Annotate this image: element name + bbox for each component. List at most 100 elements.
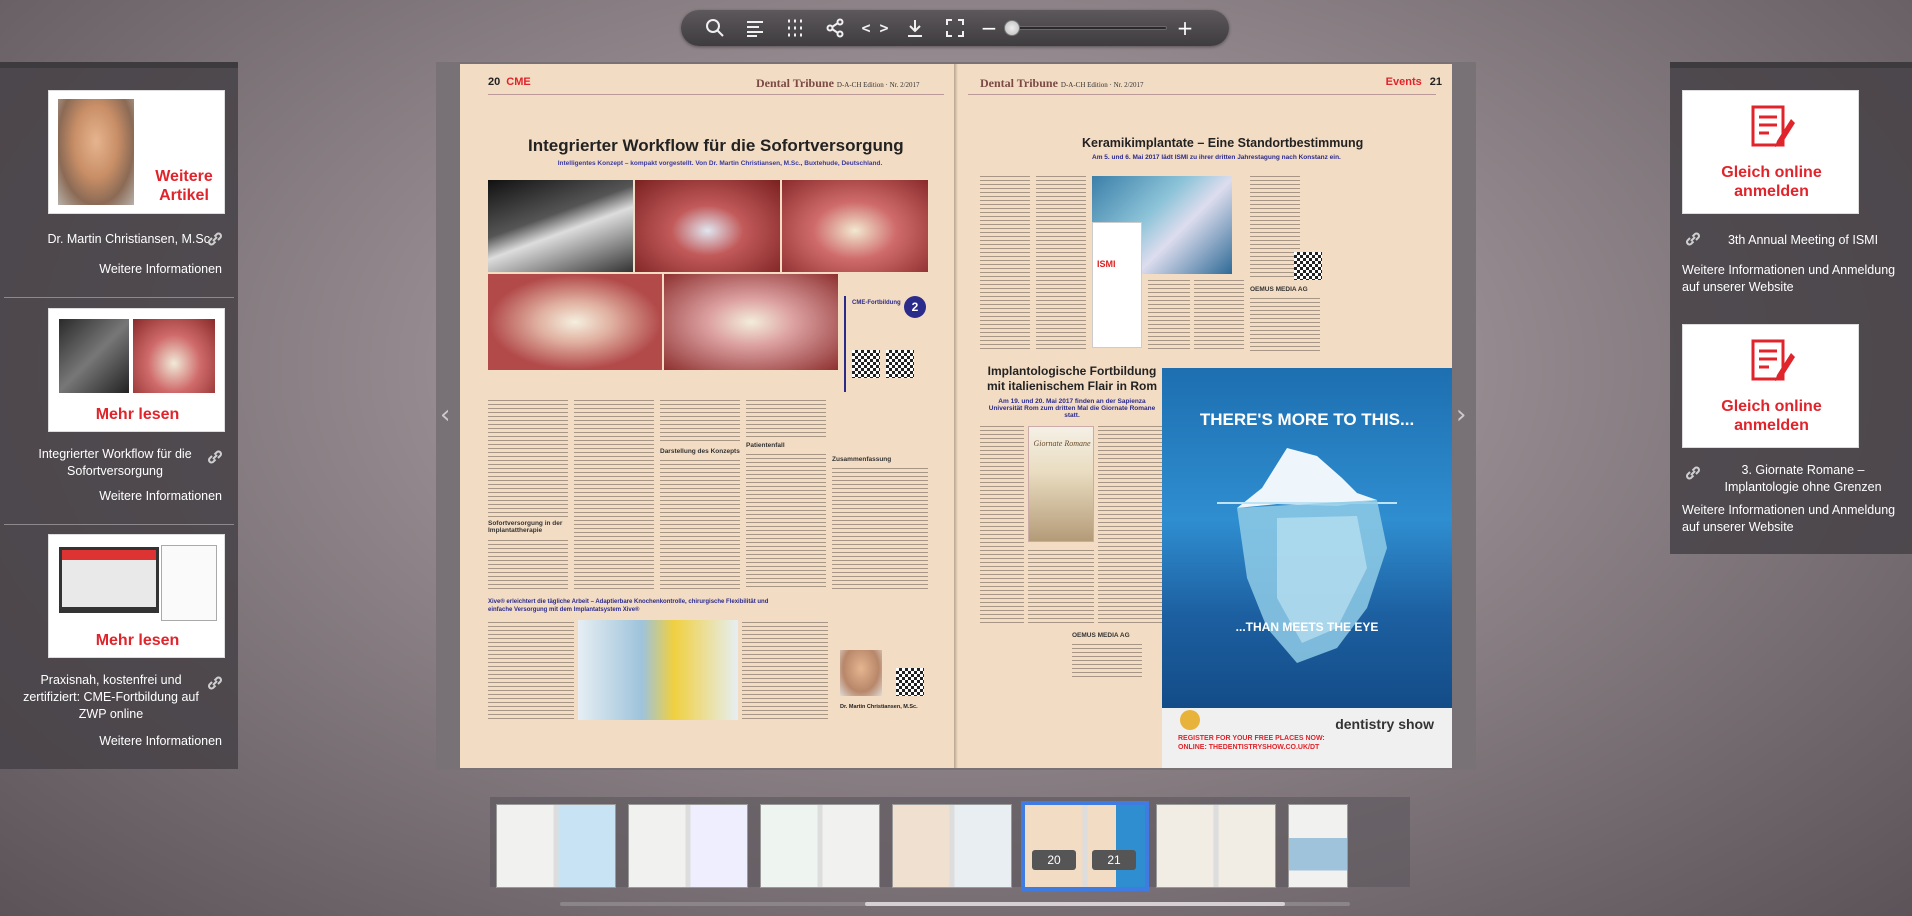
embed-button[interactable]: < > [855,10,895,46]
author-photo [58,99,134,205]
share-button[interactable] [815,10,855,46]
text-column [488,538,568,590]
badge-icon [1180,710,1200,730]
more-info-link[interactable]: Weitere Informationen [20,734,222,748]
author-article-card[interactable]: Weitere Artikel [48,90,225,214]
share-icon [826,18,844,38]
grid-icon [788,19,802,37]
fullscreen-button[interactable] [935,10,975,46]
publisher: OEMUS MEDIA AG [1250,286,1308,293]
page-thumbnail[interactable] [496,804,616,888]
section-head: Darstellung des Konzepts [660,448,740,455]
text-column [1098,424,1164,624]
laptop-thumbnail [59,547,159,613]
text-column [980,424,1024,624]
previous-page-button[interactable]: ‹ [440,400,450,430]
next-page-button[interactable]: › [1456,400,1466,430]
left-related-panel: Weitere Artikel Dr. Martin Christiansen,… [0,62,238,769]
text-column [1250,296,1320,352]
page-number: 20 CME [488,76,531,88]
link-icon[interactable] [1684,230,1702,248]
dentistry-show-advertisement[interactable]: THERE'S MORE TO THIS... ...THAN MEETS TH… [1162,368,1452,768]
thumbnail-scrollbar[interactable] [560,902,1350,906]
xray-thumbnail [59,319,129,393]
card-title[interactable]: 3th Annual Meeting of ISMI [1708,232,1898,249]
text-column [488,620,574,720]
link-icon[interactable] [206,674,224,692]
article-headline: Implantologische Fortbildung mit italien… [986,364,1158,393]
text-column [980,174,1030,352]
article-card[interactable]: Mehr lesen [48,308,225,432]
search-icon [706,19,724,37]
page-thumbnail[interactable] [628,804,748,888]
crown-photo [488,274,662,370]
more-info-link[interactable]: Weitere Informationen [20,262,222,276]
implant-product-photo [578,620,738,720]
scrollbar-thumb[interactable] [865,902,1285,906]
search-button[interactable] [695,10,735,46]
author-photo [840,650,882,696]
implant-photo [635,180,780,272]
read-more-label: Mehr lesen [95,406,180,423]
teeth-thumbnail [133,319,215,393]
card-title[interactable]: 3. Giornate Romane – Implantologie ohne … [1708,462,1898,496]
right-events-panel: Gleich online anmelden 3th Annual Meetin… [1670,62,1912,554]
card-title[interactable]: Praxisnah, kostenfrei und zertifiziert: … [22,672,200,723]
qr-code[interactable] [1294,252,1322,280]
toc-icon [747,21,763,37]
event-registration-card[interactable]: Gleich online anmelden [1682,324,1859,448]
registration-form-icon [1751,105,1795,147]
embed-icon: < > [861,19,889,37]
masthead: Dental Tribune D-A-CH Edition · Nr. 2/20… [756,76,920,90]
register-label: Gleich online anmelden [1721,164,1822,200]
register-label: Gleich online anmelden [1721,398,1822,434]
ad-tagline: ...THAN MEETS THE EYE [1235,620,1379,634]
text-column [660,458,740,590]
section-head: Patientenfall [746,442,785,449]
link-icon[interactable] [1684,464,1702,482]
text-column [1250,174,1300,280]
page-thumbnail[interactable] [760,804,880,888]
page-thumbnail[interactable] [892,804,1012,888]
thumbnail-page-number: 21 [1092,850,1136,870]
event-registration-card[interactable]: Gleich online anmelden [1682,90,1859,214]
toc-button[interactable] [735,10,775,46]
masthead: Dental Tribune D-A-CH Edition · Nr. 2/20… [980,76,1144,90]
link-icon[interactable] [206,230,224,248]
more-info-link[interactable]: Weitere Informationen und Anmeldung auf … [1682,502,1910,536]
publisher: OEMUS MEDIA AG [1072,632,1130,639]
divider [4,524,234,525]
download-button[interactable] [895,10,935,46]
zoom-in-button[interactable]: + [1171,10,1199,46]
cme-card[interactable]: Mehr lesen [48,534,225,658]
card-title[interactable]: Integrierter Workflow für die Sofortvers… [30,446,200,480]
ad-footer: REGISTER FOR YOUR FREE PLACES NOW: ONLIN… [1162,708,1452,768]
zoom-out-button[interactable]: − [975,10,1003,46]
link-icon[interactable] [206,448,224,466]
zoom-slider[interactable] [1004,20,1167,36]
zoom-slider-handle[interactable] [1004,20,1020,36]
section-head: Sofortversorgung in der Implantattherapi… [488,520,563,534]
more-info-link[interactable]: Weitere Informationen und Anmeldung auf … [1682,262,1910,296]
page-thumbnail-active[interactable] [1021,801,1149,891]
text-column [1148,278,1190,352]
article-subhead: Am 19. und 20. Mai 2017 finden an der Sa… [988,398,1156,419]
dentistry-show-logo: dentistry show [1335,716,1434,732]
qr-code[interactable] [852,350,880,378]
text-column [488,398,568,518]
page-thumbnail[interactable] [1156,804,1276,888]
fullscreen-icon [946,19,964,37]
qr-code[interactable] [886,350,914,378]
more-info-link[interactable]: Weitere Informationen [20,489,222,503]
page-thumbnail[interactable] [1288,804,1348,888]
section-label: Events 21 [1385,76,1442,88]
thumbnail-page-number: 20 [1032,850,1076,870]
magazine-page-20[interactable]: 20 CME Dental Tribune D-A-CH Edition · Nr… [460,64,956,768]
article-headline: Integrierter Workflow für die Sofortvers… [528,136,904,155]
text-column [1072,642,1142,678]
card-title[interactable]: Dr. Martin Christiansen, M.Sc [30,231,210,248]
text-column [746,452,826,590]
grid-button[interactable] [775,10,815,46]
download-icon [908,20,922,37]
qr-code[interactable] [896,668,924,696]
